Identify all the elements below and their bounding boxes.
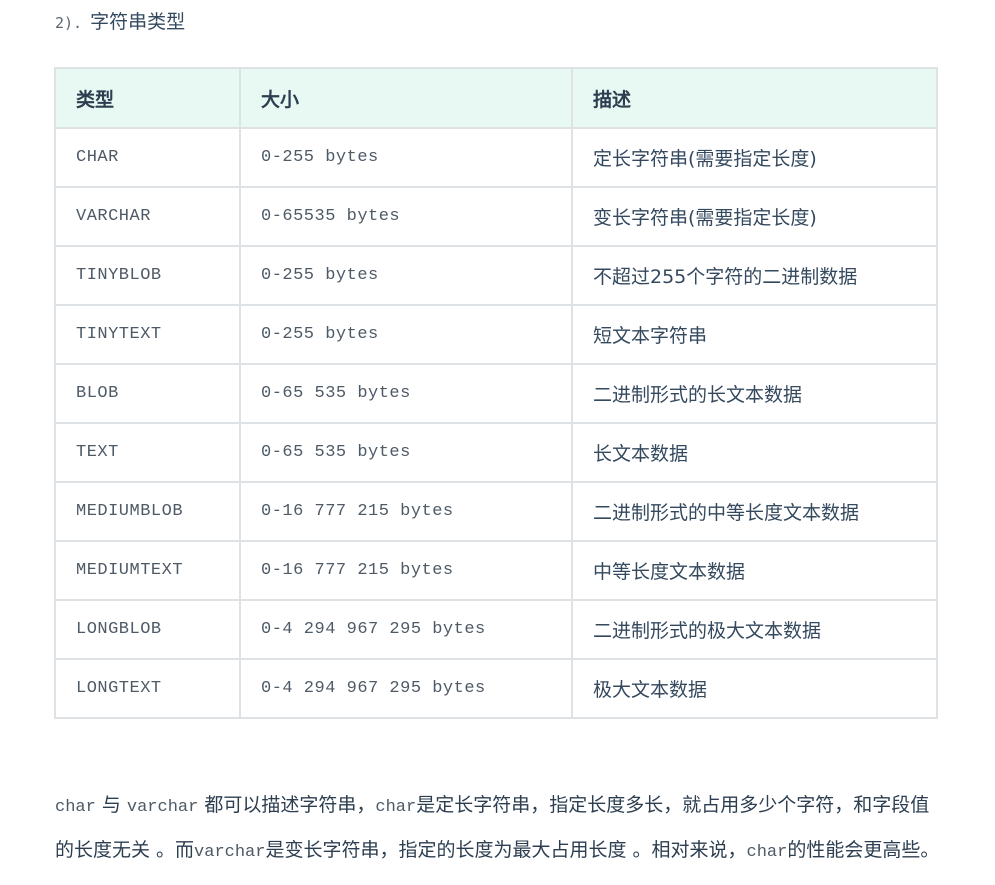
cell-description: 长文本数据 bbox=[571, 422, 938, 483]
inline-code: char bbox=[55, 798, 96, 817]
table-row: CHAR 0-255 bytes 定长字符串(需要指定长度) bbox=[54, 127, 938, 188]
cell-type: TINYTEXT bbox=[54, 304, 241, 365]
cell-description: 二进制形式的长文本数据 bbox=[571, 363, 938, 424]
table-row: TEXT 0-65 535 bytes 长文本数据 bbox=[54, 422, 938, 483]
cell-description: 短文本字符串 bbox=[571, 304, 938, 365]
cell-size: 0-255 bytes bbox=[239, 127, 573, 188]
paragraph-text: 是变长字符串，指定的长度为最大占用长度 。相对来说， bbox=[265, 839, 747, 861]
paragraph-text: 的性能会更高些。 bbox=[787, 839, 940, 861]
cell-type: TEXT bbox=[54, 422, 241, 483]
cell-description: 不超过255个字符的二进制数据 bbox=[571, 245, 938, 306]
inline-code: varchar bbox=[126, 798, 199, 817]
explanation-paragraph: char 与 varchar 都可以描述字符串，char是定长字符串，指定长度多… bbox=[55, 784, 940, 874]
table-row: VARCHAR 0-65535 bytes 变长字符串(需要指定长度) bbox=[54, 186, 938, 247]
cell-size: 0-16 777 215 bytes bbox=[239, 540, 573, 601]
cell-description: 二进制形式的极大文本数据 bbox=[571, 599, 938, 660]
cell-description: 变长字符串(需要指定长度) bbox=[571, 186, 938, 247]
cell-size: 0-65535 bytes bbox=[239, 186, 573, 247]
header-type: 类型 bbox=[54, 67, 241, 129]
table-header-row: 类型 大小 描述 bbox=[54, 67, 938, 129]
table-row: MEDIUMBLOB 0-16 777 215 bytes 二进制形式的中等长度… bbox=[54, 481, 938, 542]
cell-type: TINYBLOB bbox=[54, 245, 241, 306]
header-description: 描述 bbox=[571, 67, 938, 129]
cell-size: 0-4 294 967 295 bytes bbox=[239, 658, 573, 719]
table-row: TINYTEXT 0-255 bytes 短文本字符串 bbox=[54, 304, 938, 365]
section-number: 2). bbox=[55, 14, 83, 32]
cell-type: CHAR bbox=[54, 127, 241, 188]
section-heading: 2). 字符串类型 bbox=[55, 8, 185, 37]
cell-size: 0-65 535 bytes bbox=[239, 363, 573, 424]
paragraph-text: 都可以描述字符串， bbox=[198, 794, 376, 816]
table-row: BLOB 0-65 535 bytes 二进制形式的长文本数据 bbox=[54, 363, 938, 424]
cell-size: 0-255 bytes bbox=[239, 245, 573, 306]
table-row: LONGTEXT 0-4 294 967 295 bytes 极大文本数据 bbox=[54, 658, 938, 719]
table-row: LONGBLOB 0-4 294 967 295 bytes 二进制形式的极大文… bbox=[54, 599, 938, 660]
inline-code: char bbox=[746, 843, 788, 862]
cell-description: 中等长度文本数据 bbox=[571, 540, 938, 601]
cell-description: 二进制形式的中等长度文本数据 bbox=[571, 481, 938, 542]
cell-type: MEDIUMBLOB bbox=[54, 481, 241, 542]
cell-description: 极大文本数据 bbox=[571, 658, 938, 719]
cell-type: MEDIUMTEXT bbox=[54, 540, 241, 601]
header-size: 大小 bbox=[239, 67, 573, 129]
cell-description: 定长字符串(需要指定长度) bbox=[571, 127, 938, 188]
string-types-table: 类型 大小 描述 CHAR 0-255 bytes 定长字符串(需要指定长度) … bbox=[54, 67, 938, 719]
inline-code: char bbox=[375, 798, 417, 817]
table-row: MEDIUMTEXT 0-16 777 215 bytes 中等长度文本数据 bbox=[54, 540, 938, 601]
cell-type: VARCHAR bbox=[54, 186, 241, 247]
cell-type: LONGTEXT bbox=[54, 658, 241, 719]
table-row: TINYBLOB 0-255 bytes 不超过255个字符的二进制数据 bbox=[54, 245, 938, 306]
cell-type: LONGBLOB bbox=[54, 599, 241, 660]
cell-size: 0-4 294 967 295 bytes bbox=[239, 599, 573, 660]
cell-size: 0-255 bytes bbox=[239, 304, 573, 365]
paragraph-text: 与 bbox=[95, 794, 127, 816]
cell-size: 0-65 535 bytes bbox=[239, 422, 573, 483]
cell-type: BLOB bbox=[54, 363, 241, 424]
section-title: 字符串类型 bbox=[90, 11, 186, 33]
inline-code: varchar bbox=[194, 843, 266, 862]
cell-size: 0-16 777 215 bytes bbox=[239, 481, 573, 542]
